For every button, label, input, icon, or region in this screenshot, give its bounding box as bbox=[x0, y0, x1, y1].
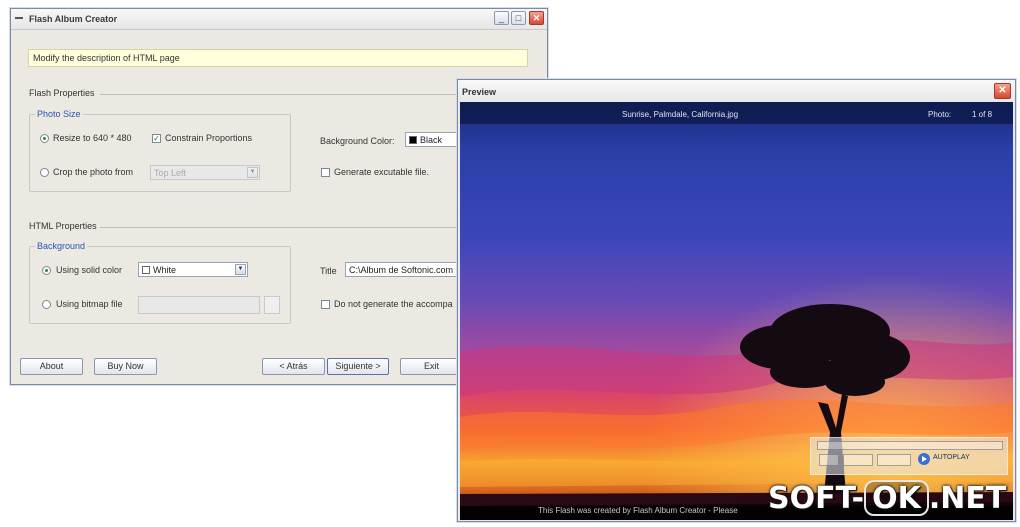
generate-exe-checkbox[interactable] bbox=[321, 168, 330, 177]
watermark-left: SOFT- bbox=[768, 481, 865, 516]
background-color-value: Black bbox=[420, 135, 443, 145]
generate-exe-label[interactable]: Generate excutable file. bbox=[334, 167, 429, 177]
title-input[interactable]: C:\Album de Softonic.com bbox=[345, 262, 460, 277]
photo-size-group bbox=[29, 114, 291, 192]
photo-counter: 1 of 8 bbox=[972, 110, 993, 119]
solid-color-radio[interactable] bbox=[42, 266, 51, 275]
solid-color-label[interactable]: Using solid color bbox=[56, 265, 122, 275]
watermark-ok-badge: OK bbox=[864, 480, 929, 516]
preview-titlebar[interactable]: Preview ✕ bbox=[458, 80, 1015, 102]
watermark-right: .NET bbox=[928, 481, 1007, 516]
buy-now-button[interactable]: Buy Now bbox=[94, 358, 157, 375]
preview-title: Preview bbox=[462, 87, 497, 97]
crop-position-select[interactable]: Top Left ▼ bbox=[150, 165, 260, 180]
autoplay-label[interactable]: AUTOPLAY bbox=[933, 454, 970, 461]
photo-size-label: Photo Size bbox=[35, 109, 83, 119]
bitmap-radio[interactable] bbox=[42, 300, 51, 309]
preview-area[interactable]: Sunrise, Palmdale, California.jpg Photo:… bbox=[460, 102, 1013, 520]
preview-close-button[interactable]: ✕ bbox=[994, 83, 1011, 99]
solid-color-value: White bbox=[153, 265, 177, 275]
player-toolbar: AUTOPLAY bbox=[810, 437, 1008, 475]
play-icon[interactable] bbox=[918, 453, 930, 465]
background-group-label: Background bbox=[35, 241, 88, 251]
chevron-down-icon[interactable]: ▼ bbox=[247, 167, 258, 178]
flash-properties-divider bbox=[100, 94, 458, 95]
background-color-label: Background Color: bbox=[320, 136, 395, 146]
html-properties-label: HTML Properties bbox=[29, 221, 97, 231]
crop-label[interactable]: Crop the photo from bbox=[53, 167, 133, 177]
resize-radio[interactable] bbox=[40, 134, 49, 143]
no-generate-label[interactable]: Do not generate the accompa bbox=[334, 299, 453, 309]
back-button[interactable]: < Atrás bbox=[262, 358, 325, 375]
preview-window: Preview ✕ Sunrise, Palmdale, California.… bbox=[457, 79, 1016, 522]
thumbnails-button[interactable] bbox=[843, 454, 873, 466]
app-menu-icon[interactable] bbox=[15, 17, 23, 19]
exit-button[interactable]: Exit bbox=[400, 358, 463, 375]
soft-ok-watermark: SOFT- OK .NET bbox=[768, 480, 1006, 520]
maximize-button[interactable]: □ bbox=[511, 11, 526, 25]
chevron-down-icon[interactable]: ▼ bbox=[235, 264, 246, 275]
next-photo-button[interactable] bbox=[877, 454, 911, 466]
close-button[interactable]: ✕ bbox=[529, 11, 544, 25]
photo-count-label: Photo: bbox=[928, 110, 952, 119]
bitmap-path-field[interactable] bbox=[138, 296, 260, 314]
page-description-hint[interactable]: Modify the description of HTML page bbox=[28, 49, 528, 67]
no-generate-checkbox[interactable] bbox=[321, 300, 330, 309]
about-button[interactable]: About bbox=[20, 358, 83, 375]
photo-filename: Sunrise, Palmdale, California.jpg bbox=[622, 110, 739, 119]
progress-track[interactable] bbox=[817, 441, 1003, 450]
next-button[interactable]: Siguiente > bbox=[327, 358, 389, 375]
main-titlebar[interactable]: Flash Album Creator _ □ ✕ bbox=[11, 9, 547, 30]
color-swatch-black bbox=[409, 136, 417, 144]
prev-photo-button[interactable] bbox=[819, 454, 839, 466]
background-color-select[interactable]: Black bbox=[405, 132, 460, 147]
minimize-button[interactable]: _ bbox=[494, 11, 509, 25]
html-properties-divider bbox=[100, 227, 458, 228]
flash-properties-label: Flash Properties bbox=[29, 88, 95, 98]
solid-color-select[interactable]: White ▼ bbox=[138, 262, 248, 277]
preview-footer-text: This Flash was created by Flash Album Cr… bbox=[538, 506, 738, 515]
constrain-checkbox[interactable]: ✓ bbox=[152, 134, 161, 143]
constrain-label[interactable]: Constrain Proportions bbox=[165, 133, 252, 143]
crop-radio[interactable] bbox=[40, 168, 49, 177]
bitmap-label[interactable]: Using bitmap file bbox=[56, 299, 123, 309]
resize-label[interactable]: Resize to 640 * 480 bbox=[53, 133, 132, 143]
window-title: Flash Album Creator bbox=[29, 14, 118, 24]
crop-position-value: Top Left bbox=[154, 168, 187, 178]
color-swatch-white bbox=[142, 266, 150, 274]
browse-bitmap-button[interactable] bbox=[264, 296, 280, 314]
title-label: Title bbox=[320, 266, 337, 276]
